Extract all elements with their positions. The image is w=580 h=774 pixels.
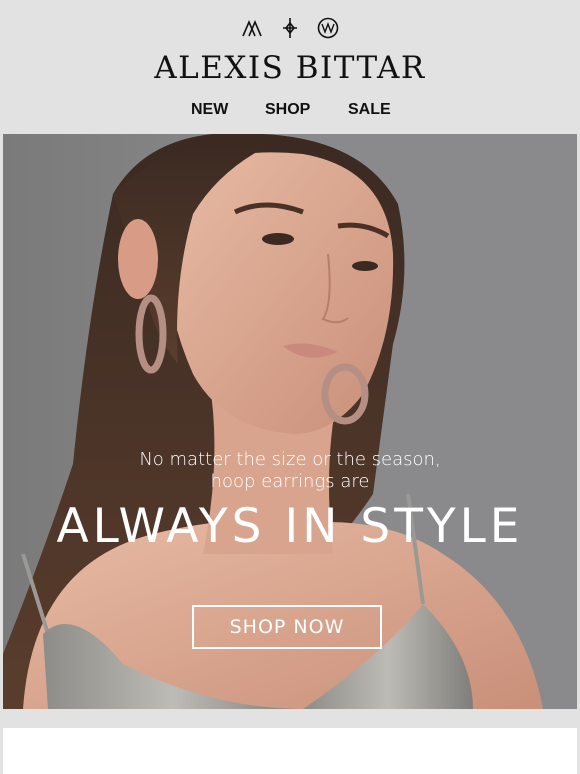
shop-now-button[interactable]: SHOP NOW	[192, 605, 382, 649]
nav-link-sale[interactable]: SALE	[348, 100, 391, 120]
hero-headline: ALWAYS IN STYLE	[56, 499, 524, 554]
content-section-placeholder	[3, 728, 577, 774]
hero-subtitle-line2: hoop earrings are	[210, 471, 370, 492]
nav-link-shop[interactable]: SHOP	[265, 100, 310, 120]
brand-emblems	[0, 16, 580, 42]
main-nav: NEW SHOP SALE	[0, 100, 580, 120]
nav-link-new[interactable]: NEW	[191, 100, 228, 120]
circle-emblem-icon	[317, 17, 339, 39]
hero-subtitle-line1: No matter the size or the season,	[139, 449, 441, 470]
hero-banner[interactable]: No matter the size or the season, hoop e…	[3, 134, 577, 709]
email-header: ALEXIS BITTAR NEW SHOP SALE	[0, 0, 580, 134]
diamond-cross-icon	[283, 18, 297, 38]
triangle-mark-icon	[242, 19, 262, 37]
brand-logo[interactable]: ALEXIS BITTAR	[0, 48, 580, 88]
